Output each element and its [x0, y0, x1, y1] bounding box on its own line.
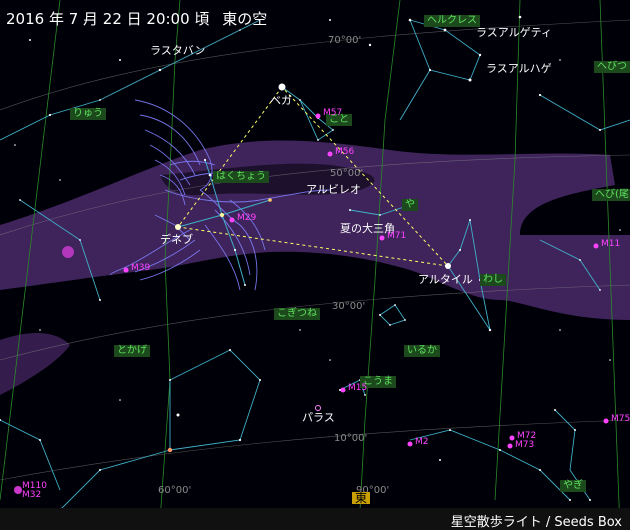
date-label: 2016 年 7 月 22 日 20:00 頃	[6, 10, 210, 28]
constellation-ophiuchus: へびつ	[594, 61, 630, 73]
messier-m71: M71	[387, 231, 407, 241]
messier-m39: M39	[131, 263, 151, 273]
altair-label: アルタイル	[418, 273, 473, 286]
altair-star	[445, 263, 451, 269]
messier-m29: M29	[237, 213, 257, 223]
compass-east: 東	[352, 492, 371, 504]
azimuth-60: 60°00'	[158, 485, 192, 496]
messier-m2: M2	[415, 437, 429, 447]
constellation-cygnus: はくちょう	[213, 171, 269, 183]
vega-star	[278, 83, 286, 91]
messier-m56: M56	[335, 147, 355, 157]
milky-way-south	[0, 333, 70, 395]
constellation-draco: りゅう	[70, 108, 106, 120]
constellation-vulpecula: こぎつね	[274, 308, 320, 320]
constellation-sagitta: や	[402, 199, 418, 211]
pallas-label: パラス	[302, 411, 335, 424]
vega-label: ベガ	[270, 94, 292, 107]
altitude-30: 30°00'	[332, 301, 366, 312]
direction-label: 東の空	[222, 10, 268, 28]
map-header: 2016 年 7 月 22 日 20:00 頃 東の空	[6, 8, 267, 29]
messier-m15: M15	[348, 383, 368, 393]
altitude-70: 70°00'	[328, 35, 362, 46]
messier-m32: M32	[22, 490, 42, 500]
sky-chart	[0, 0, 630, 530]
deneb-star	[175, 224, 181, 230]
messier-m57: M57	[323, 108, 343, 118]
constellation-hercules: ヘルクレス	[424, 15, 480, 27]
star-map: { "header": { "date": "2016 年 7 月 22 日 2…	[0, 0, 630, 530]
footer-bar: 星空散歩ライト / Seeds Box	[0, 508, 630, 530]
rastaban-label: ラスタバン	[150, 44, 206, 57]
footer-credit: 星空散歩ライト / Seeds Box	[450, 515, 622, 530]
sadr-star	[220, 213, 224, 217]
constellation-lacerta: とかげ	[114, 345, 150, 357]
albireo-star	[268, 198, 272, 202]
rasalhague-label: ラスアルハゲ	[486, 62, 552, 75]
pallas-marker	[315, 405, 321, 411]
rasalgethi-label: ラスアルゲティ	[476, 26, 553, 39]
constellation-aquila: わし	[480, 274, 506, 286]
deneb-label: デネブ	[160, 233, 193, 246]
constellation-serpens: へび(尾	[592, 189, 630, 201]
constellation-delphinus: いるか	[404, 345, 440, 357]
messier-m75: M75	[611, 414, 630, 424]
constellation-capricornus: やぎ	[560, 480, 586, 492]
altitude-50: 50°00'	[330, 168, 364, 179]
albireo-label: アルビレオ	[306, 183, 361, 196]
enif-star	[167, 447, 173, 453]
messier-m11: M11	[601, 239, 621, 249]
messier-m73: M73	[515, 440, 535, 450]
altitude-10: 10°00'	[334, 433, 368, 444]
